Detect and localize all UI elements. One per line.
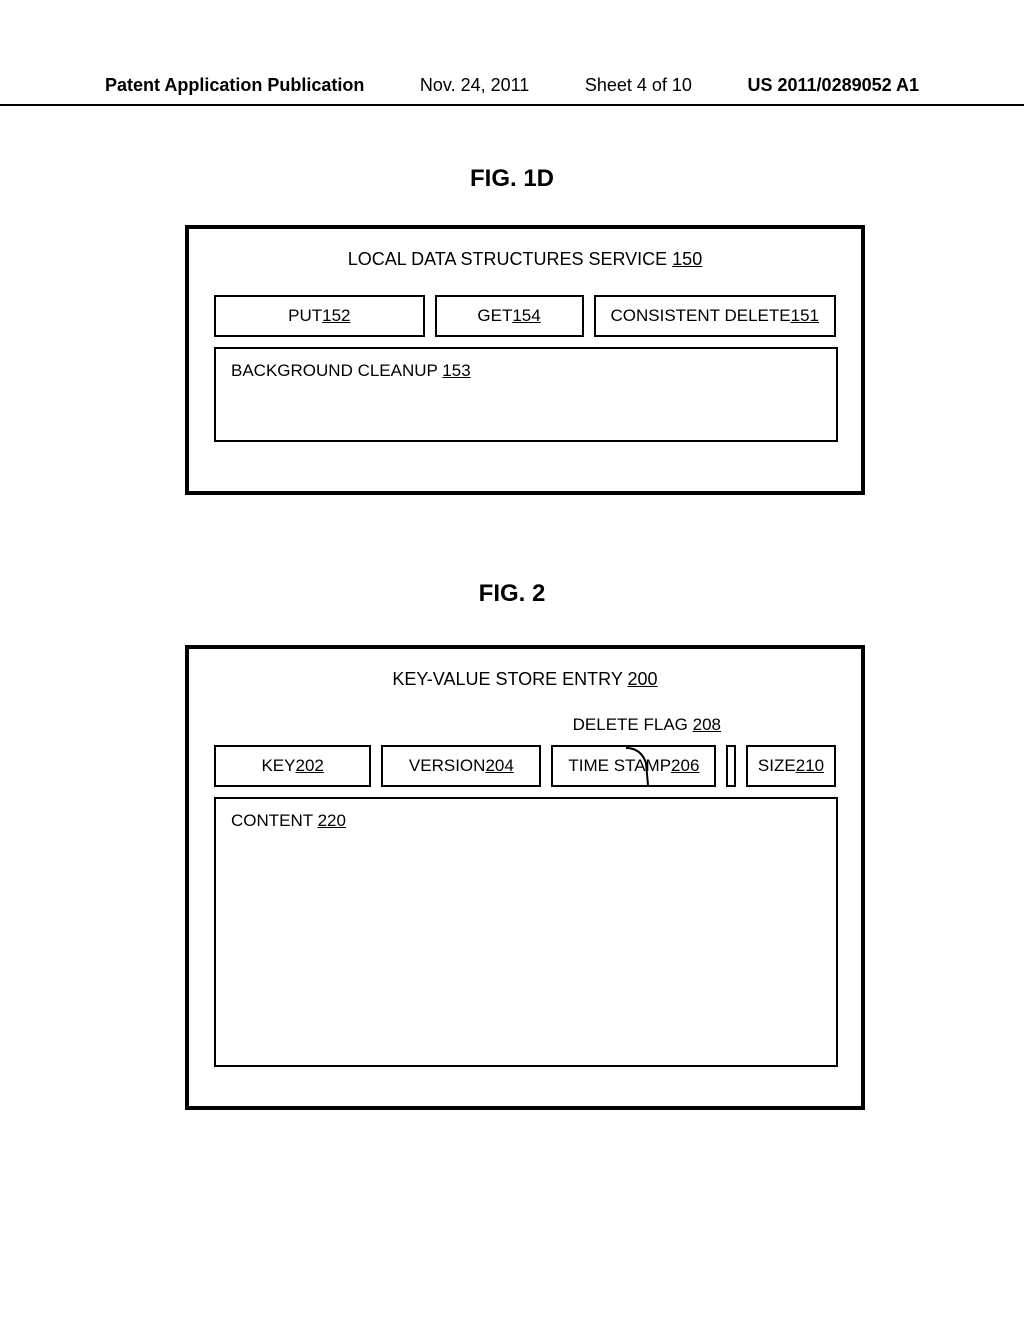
diagram-1d-row-1: PUT 152 GET 154 CONSISTENT DELETE 151	[214, 295, 836, 337]
delete-ref: 151	[791, 306, 819, 326]
size-ref: 210	[796, 756, 824, 776]
publication-sheet: Sheet 4 of 10	[585, 75, 692, 96]
version-box: VERSION 204	[381, 745, 541, 787]
title-text: LOCAL DATA STRUCTURES SERVICE	[348, 249, 672, 269]
publication-date: Nov. 24, 2011	[420, 75, 529, 96]
version-label: VERSION	[409, 756, 486, 776]
figure-1d-label: FIG. 1D	[470, 165, 554, 193]
page-header: Patent Application Publication Nov. 24, …	[0, 75, 1024, 106]
publication-label: Patent Application Publication	[105, 75, 364, 96]
delete-flag-ref: 208	[693, 715, 721, 734]
diagram-2-container: KEY-VALUE STORE ENTRY 200 DELETE FLAG 20…	[185, 645, 865, 1110]
diagram-1d-container: LOCAL DATA STRUCTURES SERVICE 150 PUT 15…	[185, 225, 865, 495]
get-ref: 154	[512, 306, 540, 326]
title-text: KEY-VALUE STORE ENTRY	[392, 669, 627, 689]
put-box: PUT 152	[214, 295, 425, 337]
delete-flag-text: DELETE FLAG	[573, 715, 693, 734]
key-box: KEY202	[214, 745, 371, 787]
timestamp-ref: 206	[671, 756, 699, 776]
delete-flag-box	[726, 745, 736, 787]
cleanup-label: BACKGROUND CLEANUP	[231, 361, 442, 380]
delete-label: CONSISTENT DELETE	[611, 306, 791, 326]
background-cleanup-box: BACKGROUND CLEANUP 153	[214, 347, 838, 442]
delete-flag-callout: DELETE FLAG 208	[214, 715, 836, 735]
cleanup-ref: 153	[442, 361, 470, 380]
figure-2-label: FIG. 2	[479, 580, 546, 608]
time-stamp-box: TIME STAMP 206	[551, 745, 716, 787]
size-box: SIZE210	[746, 745, 836, 787]
key-value-store-entry-title: KEY-VALUE STORE ENTRY 200	[214, 669, 836, 690]
key-label: KEY	[261, 756, 295, 776]
put-label: PUT	[288, 306, 322, 326]
consistent-delete-box: CONSISTENT DELETE 151	[594, 295, 837, 337]
title-ref: 200	[628, 669, 658, 689]
timestamp-label: TIME STAMP	[568, 756, 671, 776]
content-box: CONTENT 220	[214, 797, 838, 1067]
get-box: GET 154	[435, 295, 584, 337]
version-ref: 204	[485, 756, 513, 776]
size-label: SIZE	[758, 756, 796, 776]
local-data-structures-service-title: LOCAL DATA STRUCTURES SERVICE 150	[214, 249, 836, 270]
diagram-2-row-1: KEY202 VERSION 204 TIME STAMP 206 SIZE21…	[214, 745, 836, 787]
content-label: CONTENT	[231, 811, 318, 830]
content-ref: 220	[318, 811, 346, 830]
title-ref: 150	[672, 249, 702, 269]
put-ref: 152	[322, 306, 350, 326]
publication-number: US 2011/0289052 A1	[748, 75, 919, 96]
get-label: GET	[477, 306, 512, 326]
key-ref: 202	[295, 756, 323, 776]
